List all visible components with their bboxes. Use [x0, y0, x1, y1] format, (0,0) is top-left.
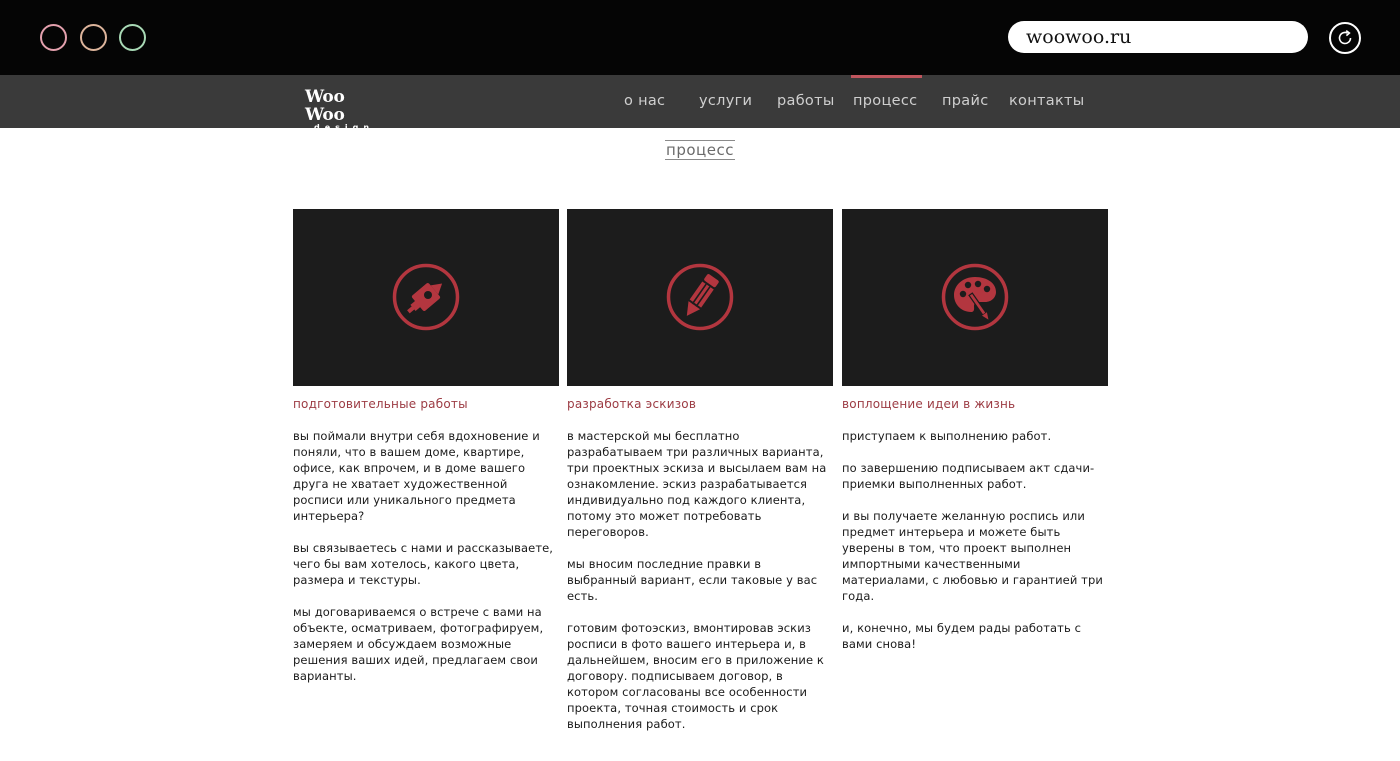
- step-paragraph: мы вносим последние правки в выбранный в…: [567, 557, 818, 603]
- step-paragraph: вы связываетесь с нами и рассказываете, …: [293, 541, 554, 587]
- reload-icon: [1338, 29, 1352, 45]
- main-nav: о нас услуги работы процесс прайс контак…: [0, 75, 1400, 128]
- step-image: [293, 209, 559, 386]
- step-body: приступаем к выполнению работ. по заверш…: [842, 428, 1108, 652]
- step-paragraph: приступаем к выполнению работ.: [842, 429, 1052, 443]
- address-bar[interactable]: woowoo.ru: [1008, 21, 1308, 53]
- step-paragraph: вы поймали внутри себя вдохновение и пон…: [293, 429, 540, 523]
- window-maximize-button[interactable]: [119, 24, 146, 51]
- step-body: в мастерской мы бесплатно разрабатываем …: [567, 428, 833, 732]
- browser-chrome: woowoo.ru: [0, 0, 1400, 75]
- process-step-preparation: подготовительные работы вы поймали внутр…: [293, 209, 559, 700]
- step-heading: разработка эскизов: [567, 397, 697, 411]
- palette-icon: [941, 263, 1009, 331]
- step-image: [567, 209, 833, 386]
- pencil-sharpener-icon: [392, 263, 460, 331]
- nav-item-about[interactable]: о нас: [624, 93, 665, 109]
- process-step-sketches: разработка эскизов в мастерской мы беспл…: [567, 209, 833, 748]
- step-paragraph: и вы получаете желанную роспись или пред…: [842, 509, 1103, 603]
- step-paragraph: по завершению подписываем акт сдачи-прие…: [842, 461, 1095, 491]
- step-paragraph: в мастерской мы бесплатно разрабатываем …: [567, 429, 827, 539]
- step-body: вы поймали внутри себя вдохновение и пон…: [293, 428, 559, 684]
- window-close-button[interactable]: [40, 24, 67, 51]
- page-title-text: процесс: [665, 140, 735, 160]
- step-paragraph: мы договариваемся о встрече с вами на об…: [293, 605, 544, 683]
- step-heading: подготовительные работы: [293, 397, 468, 411]
- nav-active-indicator: [851, 75, 922, 78]
- nav-item-price[interactable]: прайс: [942, 93, 988, 109]
- process-step-realization: воплощение идеи в жизнь приступаем к вып…: [842, 209, 1108, 668]
- nav-item-process[interactable]: процесс: [853, 93, 917, 109]
- step-image: [842, 209, 1108, 386]
- nav-item-contacts[interactable]: контакты: [1009, 93, 1085, 109]
- reload-button[interactable]: [1329, 22, 1361, 54]
- step-paragraph: готовим фотоэскиз, вмонтировав эскиз рос…: [567, 621, 824, 731]
- step-heading: воплощение идеи в жизнь: [842, 397, 1016, 411]
- pencil-icon: [666, 263, 734, 331]
- window-minimize-button[interactable]: [80, 24, 107, 51]
- nav-item-services[interactable]: услуги: [699, 93, 752, 109]
- step-paragraph: и, конечно, мы будем рады работать с вам…: [842, 621, 1081, 651]
- site-header: Woo Woo design о нас услуги работы проце…: [0, 75, 1400, 132]
- page-title: процесс: [0, 140, 1400, 160]
- nav-item-works[interactable]: работы: [777, 93, 835, 109]
